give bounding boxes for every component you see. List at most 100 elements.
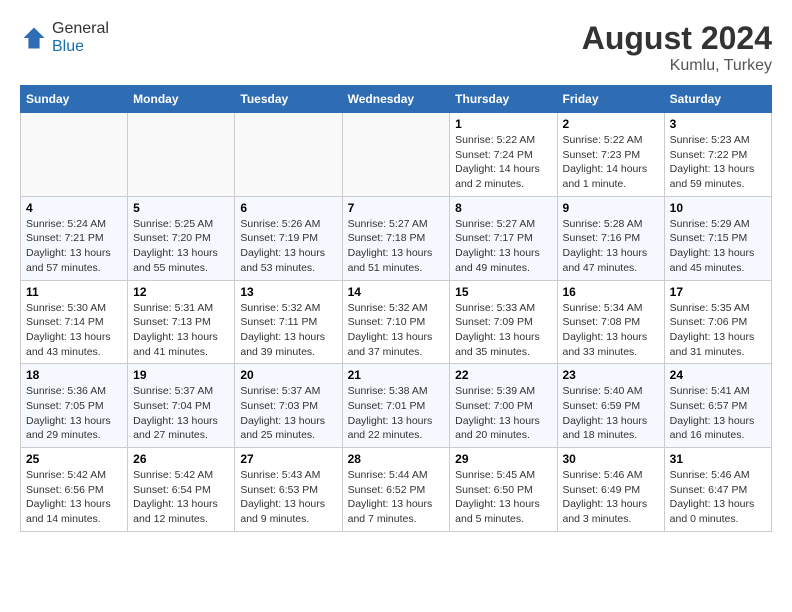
day-number: 8 (455, 201, 551, 215)
day-number: 1 (455, 117, 551, 131)
day-number: 24 (670, 368, 766, 382)
table-row (128, 113, 235, 197)
day-number: 2 (563, 117, 659, 131)
day-number: 5 (133, 201, 229, 215)
col-tuesday: Tuesday (235, 86, 342, 113)
day-number: 26 (133, 452, 229, 466)
logo: General Blue (20, 20, 109, 56)
day-info: Sunrise: 5:39 AM Sunset: 7:00 PM Dayligh… (455, 384, 551, 443)
table-row: 6 Sunrise: 5:26 AM Sunset: 7:19 PM Daylig… (235, 196, 342, 280)
calendar-table: Sunday Monday Tuesday Wednesday Thursday… (20, 85, 772, 532)
day-number: 30 (563, 452, 659, 466)
table-row: 10Sunrise: 5:29 AM Sunset: 7:15 PM Dayli… (664, 196, 771, 280)
table-row (235, 113, 342, 197)
table-row: 18 Sunrise: 5:36 AM Sunset: 7:05 PM Dayli… (21, 364, 128, 448)
day-info: Sunrise: 5:46 AM Sunset: 6:47 PM Dayligh… (670, 468, 766, 527)
table-row: 28Sunrise: 5:44 AM Sunset: 6:52 PM Dayli… (342, 448, 450, 532)
day-info: Sunrise: 5:31 AM Sunset: 7:13 PM Dayligh… (133, 301, 229, 360)
day-info: Sunrise: 5:23 AM Sunset: 7:22 PM Dayligh… (670, 133, 766, 192)
day-info: Sunrise: 5:42 AM Sunset: 6:56 PM Dayligh… (26, 468, 122, 527)
day-info: Sunrise: 5:46 AM Sunset: 6:49 PM Dayligh… (563, 468, 659, 527)
table-row: 2Sunrise: 5:22 AM Sunset: 7:23 PM Daylig… (557, 113, 664, 197)
calendar-week-row: 25 Sunrise: 5:42 AM Sunset: 6:56 PM Dayli… (21, 448, 772, 532)
day-number: 4 (26, 201, 122, 215)
table-row (342, 113, 450, 197)
day-info: Sunrise: 5:26 AM Sunset: 7:19 PM Dayligh… (240, 217, 336, 276)
month-year-title: August 2024 (582, 20, 772, 57)
table-row: 23Sunrise: 5:40 AM Sunset: 6:59 PM Dayli… (557, 364, 664, 448)
location-subtitle: Kumlu, Turkey (582, 57, 772, 75)
day-info: Sunrise: 5:38 AM Sunset: 7:01 PM Dayligh… (348, 384, 445, 443)
table-row: 11 Sunrise: 5:30 AM Sunset: 7:14 PM Dayli… (21, 280, 128, 364)
col-sunday: Sunday (21, 86, 128, 113)
calendar-week-row: 11 Sunrise: 5:30 AM Sunset: 7:14 PM Dayli… (21, 280, 772, 364)
day-info: Sunrise: 5:34 AM Sunset: 7:08 PM Dayligh… (563, 301, 659, 360)
day-number: 16 (563, 285, 659, 299)
day-number: 19 (133, 368, 229, 382)
day-number: 3 (670, 117, 766, 131)
day-number: 31 (670, 452, 766, 466)
day-info: Sunrise: 5:36 AM Sunset: 7:05 PM Dayligh… (26, 384, 122, 443)
table-row: 29 Sunrise: 5:45 AM Sunset: 6:50 PM Dayli… (450, 448, 557, 532)
logo-general-text: General (52, 20, 109, 37)
logo-icon (20, 24, 48, 52)
table-row: 8 Sunrise: 5:27 AM Sunset: 7:17 PM Daylig… (450, 196, 557, 280)
day-info: Sunrise: 5:33 AM Sunset: 7:09 PM Dayligh… (455, 301, 551, 360)
day-number: 20 (240, 368, 336, 382)
day-info: Sunrise: 5:37 AM Sunset: 7:03 PM Dayligh… (240, 384, 336, 443)
day-info: Sunrise: 5:42 AM Sunset: 6:54 PM Dayligh… (133, 468, 229, 527)
day-info: Sunrise: 5:35 AM Sunset: 7:06 PM Dayligh… (670, 301, 766, 360)
table-row: 31 Sunrise: 5:46 AM Sunset: 6:47 PM Dayli… (664, 448, 771, 532)
day-number: 29 (455, 452, 551, 466)
day-number: 27 (240, 452, 336, 466)
col-thursday: Thursday (450, 86, 557, 113)
day-info: Sunrise: 5:25 AM Sunset: 7:20 PM Dayligh… (133, 217, 229, 276)
day-info: Sunrise: 5:37 AM Sunset: 7:04 PM Dayligh… (133, 384, 229, 443)
table-row: 17 Sunrise: 5:35 AM Sunset: 7:06 PM Dayli… (664, 280, 771, 364)
table-row (21, 113, 128, 197)
day-info: Sunrise: 5:29 AM Sunset: 7:15 PM Dayligh… (670, 217, 766, 276)
day-number: 25 (26, 452, 122, 466)
table-row: 24Sunrise: 5:41 AM Sunset: 6:57 PM Dayli… (664, 364, 771, 448)
table-row: 4 Sunrise: 5:24 AM Sunset: 7:21 PM Daylig… (21, 196, 128, 280)
table-row: 5 Sunrise: 5:25 AM Sunset: 7:20 PM Daylig… (128, 196, 235, 280)
day-info: Sunrise: 5:30 AM Sunset: 7:14 PM Dayligh… (26, 301, 122, 360)
day-number: 14 (348, 285, 445, 299)
day-info: Sunrise: 5:27 AM Sunset: 7:17 PM Dayligh… (455, 217, 551, 276)
day-number: 11 (26, 285, 122, 299)
day-info: Sunrise: 5:24 AM Sunset: 7:21 PM Dayligh… (26, 217, 122, 276)
day-number: 9 (563, 201, 659, 215)
table-row: 22 Sunrise: 5:39 AM Sunset: 7:00 PM Dayli… (450, 364, 557, 448)
col-friday: Friday (557, 86, 664, 113)
col-wednesday: Wednesday (342, 86, 450, 113)
table-row: 9 Sunrise: 5:28 AM Sunset: 7:16 PM Daylig… (557, 196, 664, 280)
day-number: 12 (133, 285, 229, 299)
page-header: General Blue August 2024 Kumlu, Turkey (20, 20, 772, 75)
day-number: 15 (455, 285, 551, 299)
table-row: 25 Sunrise: 5:42 AM Sunset: 6:56 PM Dayli… (21, 448, 128, 532)
calendar-header-row: Sunday Monday Tuesday Wednesday Thursday… (21, 86, 772, 113)
calendar-week-row: 18 Sunrise: 5:36 AM Sunset: 7:05 PM Dayli… (21, 364, 772, 448)
day-number: 23 (563, 368, 659, 382)
day-info: Sunrise: 5:32 AM Sunset: 7:10 PM Dayligh… (348, 301, 445, 360)
calendar-week-row: 1 Sunrise: 5:22 AM Sunset: 7:24 PM Daylig… (21, 113, 772, 197)
day-number: 6 (240, 201, 336, 215)
day-info: Sunrise: 5:28 AM Sunset: 7:16 PM Dayligh… (563, 217, 659, 276)
title-block: August 2024 Kumlu, Turkey (582, 20, 772, 75)
table-row: 15 Sunrise: 5:33 AM Sunset: 7:09 PM Dayli… (450, 280, 557, 364)
table-row: 1 Sunrise: 5:22 AM Sunset: 7:24 PM Daylig… (450, 113, 557, 197)
day-number: 28 (348, 452, 445, 466)
day-info: Sunrise: 5:22 AM Sunset: 7:24 PM Dayligh… (455, 133, 551, 192)
table-row: 12 Sunrise: 5:31 AM Sunset: 7:13 PM Dayli… (128, 280, 235, 364)
col-saturday: Saturday (664, 86, 771, 113)
day-number: 22 (455, 368, 551, 382)
day-number: 18 (26, 368, 122, 382)
col-monday: Monday (128, 86, 235, 113)
day-info: Sunrise: 5:45 AM Sunset: 6:50 PM Dayligh… (455, 468, 551, 527)
logo-text: General Blue (52, 20, 109, 56)
table-row: 26 Sunrise: 5:42 AM Sunset: 6:54 PM Dayli… (128, 448, 235, 532)
day-number: 17 (670, 285, 766, 299)
table-row: 14 Sunrise: 5:32 AM Sunset: 7:10 PM Dayli… (342, 280, 450, 364)
day-number: 7 (348, 201, 445, 215)
day-number: 13 (240, 285, 336, 299)
